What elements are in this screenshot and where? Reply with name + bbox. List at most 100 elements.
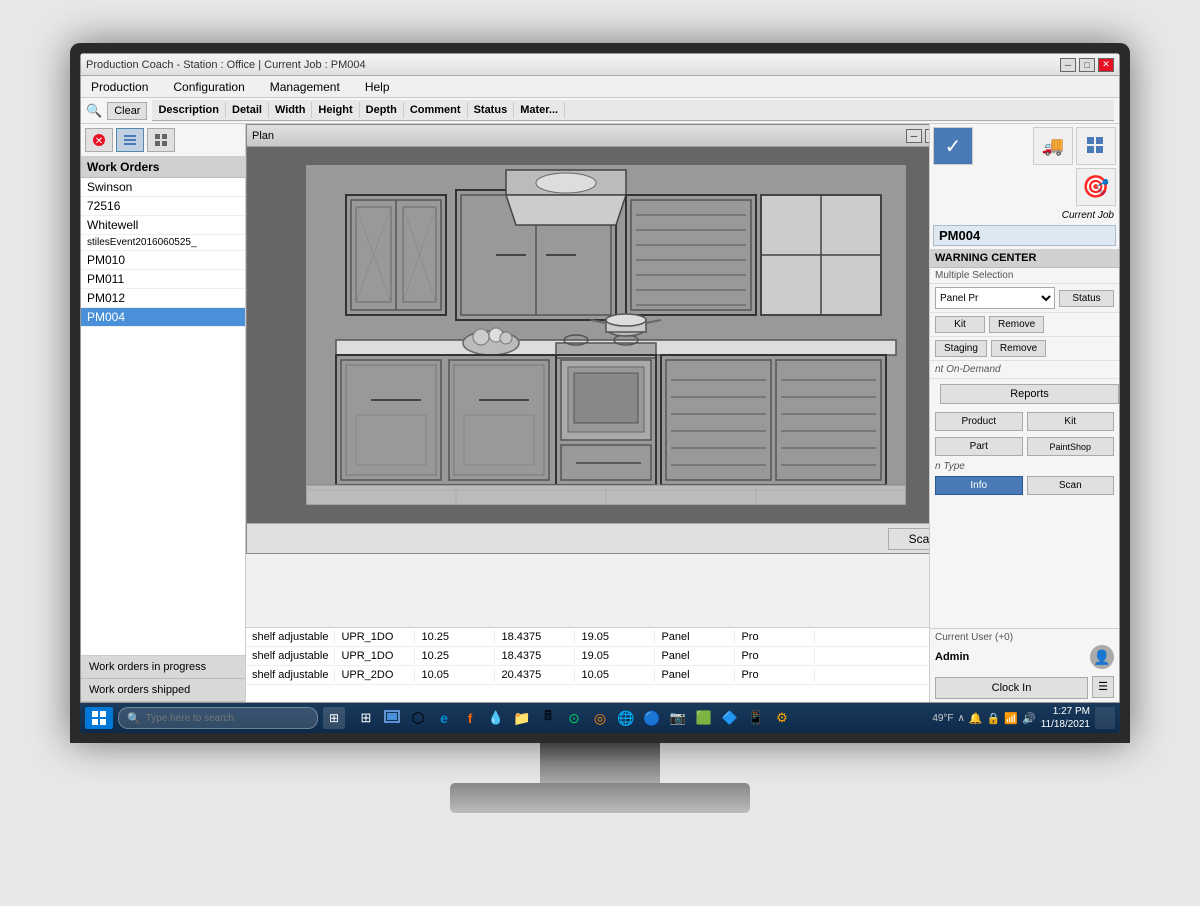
work-orders-shipped-button[interactable]: Work orders shipped [81,679,245,702]
taskbar-icon-4[interactable]: 💧 [485,707,507,729]
tray-icon-4: 📶 [1004,712,1018,725]
plan-window: Plan ─ □ ✕ [246,124,929,554]
row2-height: 18.4375 [495,649,575,663]
warning-icon[interactable]: 🎯 [1076,168,1116,206]
taskbar-icon-3[interactable]: f [459,707,481,729]
title-bar-controls: ─ □ ✕ [1060,58,1114,72]
view-grid-btn[interactable] [147,128,175,152]
product-button[interactable]: Product [935,412,1023,431]
monitor-screen: Production Coach - Station : Office | Cu… [80,53,1120,733]
taskbar-icon-6[interactable]: 🖩 [537,707,559,729]
col-comment: Comment [404,102,468,118]
plan-restore-btn[interactable]: □ [925,129,929,143]
maximize-button[interactable]: □ [1079,58,1095,72]
col-width: Width [269,102,312,118]
work-order-pm010[interactable]: PM010 [81,251,245,270]
clock-display[interactable]: 1:27 PM 11/18/2021 [1041,705,1090,731]
close-button[interactable]: ✕ [1098,58,1114,72]
task-view-btn[interactable]: ⊞ [323,707,345,729]
part-button[interactable]: Part [935,437,1023,456]
user-row: Admin 👤 [935,643,1114,671]
job-number: PM004 [933,225,1116,246]
start-button[interactable] [85,707,113,729]
row3-material: Pro [735,668,815,682]
kit-button-2[interactable]: Kit [1027,412,1115,431]
col-depth: Depth [360,102,404,118]
taskbar-icon-edge[interactable]: e [433,707,455,729]
menu-management[interactable]: Management [265,78,345,96]
reports-button[interactable]: Reports [940,384,1119,404]
taskbar-icon-7[interactable]: ⊙ [563,707,585,729]
minimize-button[interactable]: ─ [1060,58,1076,72]
view-list-btn[interactable] [116,128,144,152]
work-orders-progress-button[interactable]: Work orders in progress [81,656,245,679]
col-status: Status [468,102,515,118]
panel-pr-select[interactable]: Panel Pr [935,287,1055,309]
scan-type-button[interactable]: Scan [1027,476,1115,495]
status-button[interactable]: Status [1059,290,1114,307]
row3-height: 20.4375 [495,668,575,682]
work-order-stiles[interactable]: stilesEvent2016060525_ [81,235,245,251]
work-order-72516[interactable]: 72516 [81,197,245,216]
taskbar-icon-10[interactable]: 📷 [667,707,689,729]
desktop: Production Coach - Station : Office | Cu… [80,53,1120,733]
panel-status-row: Panel Pr Status [930,284,1119,313]
taskbar-icon-11[interactable]: 🟩 [693,707,715,729]
toolbar-row: 🔍 Clear Description Detail Width Height … [81,98,1119,124]
data-table: shelf adjustable UPR_1DO 10.25 18.4375 1… [246,627,929,702]
list-icon[interactable]: ☰ [1092,676,1114,698]
work-order-pm012[interactable]: PM012 [81,289,245,308]
search-input[interactable] [146,713,309,724]
work-order-pm004[interactable]: PM004 [81,308,245,327]
user-avatar: 👤 [1090,645,1114,669]
taskbar-icon-12[interactable]: 🔷 [719,707,741,729]
truck-icon-btn[interactable]: 🚚 [1033,127,1073,165]
show-desktop-btn[interactable] [1095,707,1115,729]
menu-production[interactable]: Production [86,78,153,96]
remove-button-2[interactable]: Remove [991,340,1046,357]
work-order-list: Swinson 72516 Whitewell stilesEvent20160… [81,178,245,655]
staging-button[interactable]: Staging [935,340,987,357]
app-title: Production Coach - Station : Office | Cu… [86,59,366,71]
taskbar-icon-chrome[interactable]: 🔵 [641,707,663,729]
col-detail: Detail [226,102,269,118]
plan-minimize-btn[interactable]: ─ [906,129,922,143]
work-order-swinson[interactable]: Swinson [81,178,245,197]
plan-bottom: Scan [247,523,929,553]
taskbar-icon-1[interactable] [381,707,403,729]
close-sidebar-btn[interactable]: ✕ [85,128,113,152]
paintshop-button[interactable]: PaintShop [1027,437,1115,456]
taskbar-icon-apps[interactable]: ⊞ [355,707,377,729]
clear-button[interactable]: Clear [107,102,147,120]
menu-configuration[interactable]: Configuration [168,78,249,96]
row1-material: Pro [735,630,815,644]
remove-button-1[interactable]: Remove [989,316,1044,333]
menu-help[interactable]: Help [360,78,395,96]
current-user-section: Current User (+0) Admin 👤 Clock In ☰ [930,628,1119,702]
taskbar-icon-14[interactable]: ⚙ [771,707,793,729]
row2-detail: UPR_1DO [335,649,415,663]
row2-desc: shelf adjustable [246,649,335,663]
col-material: Mater... [514,102,565,118]
main-layout: ✕ Work Orders S [81,124,1119,702]
taskbar-icon-13[interactable]: 📱 [745,707,767,729]
scan-button[interactable]: Scan [888,528,929,550]
search-bar[interactable]: 🔍 [118,707,318,729]
monitor-bezel: Production Coach - Station : Office | Cu… [70,43,1130,743]
taskbar-icon-8[interactable]: ◎ [589,707,611,729]
kit-button[interactable]: Kit [935,316,985,333]
taskbar-icon-9[interactable]: 🌐 [615,707,637,729]
work-order-pm011[interactable]: PM011 [81,270,245,289]
grid-icon-btn[interactable] [1076,127,1116,165]
info-button[interactable]: Info [935,476,1023,495]
clock-in-button[interactable]: Clock In [935,677,1088,699]
check-icon-btn[interactable]: ✓ [933,127,973,165]
taskbar-icon-5[interactable]: 📁 [511,707,533,729]
staging-row: Staging Remove [930,337,1119,361]
work-order-whitewell[interactable]: Whitewell [81,216,245,235]
col-description: Description [152,102,226,118]
tray-icon-3: 🔒 [987,712,1001,725]
row1-status: Panel [655,630,735,644]
taskbar-icon-office[interactable]: ⬡ [407,707,429,729]
right-panel: ✓ 🚚 [929,124,1119,702]
